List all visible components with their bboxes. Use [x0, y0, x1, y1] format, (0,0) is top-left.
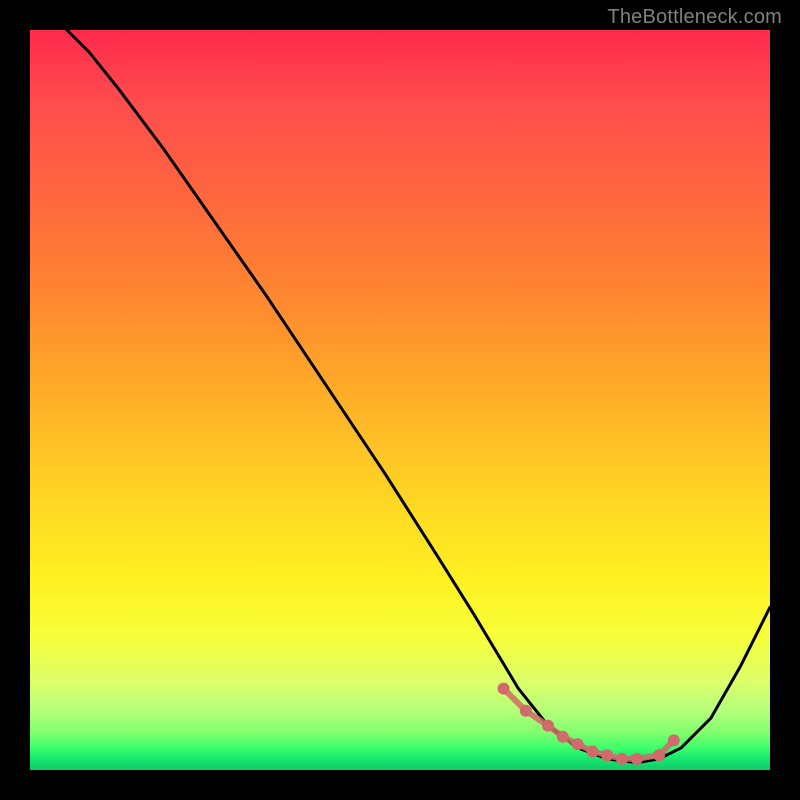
highlight-dot — [572, 738, 584, 750]
highlight-dot — [631, 753, 643, 765]
highlight-dot — [653, 749, 665, 761]
highlight-dot — [498, 683, 510, 695]
highlight-dot — [557, 731, 569, 743]
chart-container: TheBottleneck.com — [0, 0, 800, 800]
bottleneck-curve — [67, 30, 770, 763]
main-curve — [67, 30, 770, 763]
highlight-dot — [586, 746, 598, 758]
highlight-dot — [616, 753, 628, 765]
highlight-dot — [542, 720, 554, 732]
chart-svg — [30, 30, 770, 770]
highlight-dot — [520, 705, 532, 717]
highlight-dot — [601, 749, 613, 761]
watermark-text: TheBottleneck.com — [607, 6, 782, 29]
highlight-dot — [668, 734, 680, 746]
plot-area — [30, 30, 770, 770]
